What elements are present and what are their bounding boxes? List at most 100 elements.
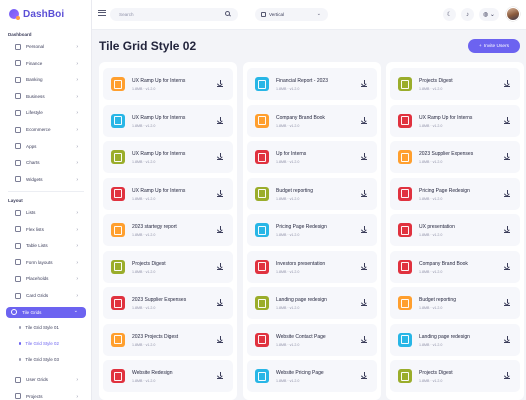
download-icon[interactable] [217, 189, 223, 197]
download-icon[interactable] [217, 116, 223, 124]
sidebar-item-card-grids[interactable]: Card Grids › [6, 290, 86, 301]
sidebar-item-flex-lists[interactable]: Flex lists › [6, 224, 86, 235]
sidebar-subitem-tile-grid-style-01[interactable]: Tile Grid Style 01 [19, 325, 59, 330]
cart-icon [15, 126, 21, 133]
sidebar-item-apps[interactable]: Apps › [6, 141, 86, 152]
tile-grid-icon [11, 309, 17, 316]
file-tile[interactable]: Company Brand Book 1.8MB · v1.2.0 [390, 250, 520, 283]
download-icon[interactable] [361, 262, 367, 270]
download-icon[interactable] [361, 299, 367, 306]
invite-users-button[interactable]: + Invite Users [468, 39, 520, 53]
menu-toggle-icon[interactable] [98, 10, 106, 18]
sidebar-item-banking[interactable]: Banking › [6, 74, 86, 85]
sidebar-item-label: Widgets [26, 176, 43, 182]
file-meta: 1.8MB · v1.2.0 [419, 196, 443, 201]
sidebar-item-projects[interactable]: Projects › [6, 391, 86, 400]
file-tile[interactable]: 2023 startegy report 1.8MB · v1.2.0 [103, 214, 233, 246]
download-icon[interactable] [504, 299, 510, 306]
download-icon[interactable] [504, 80, 510, 87]
download-icon[interactable] [361, 189, 367, 197]
file-tile[interactable]: Projects Digest 1.8MB · v1.2.0 [390, 68, 520, 100]
download-icon[interactable] [217, 335, 223, 343]
download-icon[interactable] [504, 226, 510, 233]
sidebar-item-placeholds[interactable]: Placeholds › [6, 273, 86, 284]
file-tile[interactable]: UX Ramp Up for Interns 1.8MB · v1.2.0 [103, 141, 233, 173]
download-icon[interactable] [504, 189, 510, 197]
sidebar-subitem-tile-grid-style-03[interactable]: Tile Grid Style 03 [19, 357, 59, 362]
sidebar-item-form-layouts[interactable]: Form layouts › [6, 257, 86, 268]
sidebar-item-widgets[interactable]: Widgets › [6, 174, 86, 185]
file-tile[interactable]: UX Ramp Up for Interns 1.8MB · v1.2.0 [103, 104, 233, 137]
file-tile[interactable]: Budget reporting 1.8MB · v1.2.0 [390, 287, 520, 319]
download-icon[interactable] [217, 262, 223, 270]
sidebar-item-charts[interactable]: Charts › [6, 157, 86, 168]
file-tile[interactable]: 2023 Supplier Expenses 1.8MB · v1.2.0 [103, 287, 233, 319]
file-tile[interactable]: Website Contact Page 1.8MB · v1.2.0 [247, 323, 377, 356]
chevron-right-icon: › [76, 276, 78, 283]
file-tile[interactable]: Pricing Page Redesign 1.8MB · v1.2.0 [390, 177, 520, 210]
file-tile[interactable]: UX presentation 1.8MB · v1.2.0 [390, 214, 520, 246]
file-tile[interactable]: Pricing Page Redesign 1.8MB · v1.2.0 [247, 214, 377, 246]
download-icon[interactable] [504, 372, 510, 379]
sidebar-item-personal[interactable]: Personal › [6, 41, 86, 52]
sidebar-item-lifestyle[interactable]: Lifestyle › [6, 107, 86, 118]
download-icon[interactable] [504, 116, 510, 124]
download-icon[interactable] [504, 262, 510, 270]
search-input[interactable]: Search [110, 8, 238, 21]
file-tile[interactable]: 2023 Projects Digest 1.8MB · v1.2.0 [103, 323, 233, 356]
sidebar-item-user-grids[interactable]: User Grids › [6, 374, 86, 385]
download-icon[interactable] [361, 226, 367, 233]
sidebar-item-table-lists[interactable]: Table Lists › [6, 240, 86, 251]
file-tile[interactable]: Budget reporting 1.8MB · v1.2.0 [247, 177, 377, 210]
app-logo[interactable]: DashBoi [9, 7, 64, 21]
sidebar-item-tile-grids[interactable]: Tile Grids ⌄ [6, 306, 86, 318]
sidebar-item-ecommerce[interactable]: Ecommerce › [6, 124, 86, 135]
download-icon[interactable] [361, 335, 367, 343]
file-tile[interactable]: Projects Digest 1.8MB · v1.2.0 [103, 250, 233, 283]
download-icon[interactable] [361, 372, 367, 379]
sidebar-subitem-tile-grid-style-02[interactable]: Tile Grid Style 02 [19, 341, 59, 346]
download-icon[interactable] [217, 299, 223, 306]
file-meta: 1.8MB · v1.2.0 [132, 87, 156, 91]
file-tile[interactable]: Financial Report - 2023 1.8MB · v1.2.0 [247, 68, 377, 100]
file-tile[interactable]: Company Brand Book 1.8MB · v1.2.0 [247, 104, 377, 137]
sidebar-item-label: Apps [26, 143, 37, 149]
globe-icon[interactable]: ◍ ⌄ [479, 8, 499, 21]
download-icon[interactable] [217, 226, 223, 233]
lifestyle-icon [15, 109, 21, 116]
file-tile[interactable]: Website Redesign 1.8MB · v1.2.0 [103, 360, 233, 392]
download-icon[interactable] [217, 80, 223, 87]
layout-select[interactable]: Vertical ⌄ [255, 8, 328, 21]
download-icon[interactable] [361, 153, 367, 160]
download-icon[interactable] [504, 335, 510, 343]
bell-icon[interactable]: ♪ [461, 8, 474, 21]
moon-icon[interactable]: ☾ [443, 8, 456, 21]
download-icon[interactable] [504, 153, 510, 160]
file-tile[interactable]: 2023 Supplier Expenses 1.8MB · v1.2.0 [390, 141, 520, 173]
sidebar: DashBoi Dashboard Personal › Finance › Banki… [0, 0, 92, 400]
download-icon[interactable] [361, 80, 367, 87]
file-tile[interactable]: Projects Digest 1.8MB · v1.2.0 [390, 360, 520, 392]
file-title: Pricing Page Redesign [276, 224, 327, 230]
file-title: Landing page redesign [419, 333, 470, 340]
chart-icon [15, 159, 21, 166]
sidebar-item-label: Flex lists [26, 226, 44, 232]
file-icon [111, 332, 125, 347]
sidebar-item-business[interactable]: Business › [6, 91, 86, 102]
file-tile[interactable]: Website Pricing Page 1.8MB · v1.2.0 [247, 360, 377, 392]
file-tile[interactable]: Landing page redesign 1.8MB · v1.2.0 [390, 323, 520, 356]
file-tile[interactable]: UX Ramp Up for Interns 1.8MB · v1.2.0 [103, 68, 233, 100]
chevron-right-icon: › [76, 160, 78, 167]
file-tile[interactable]: UX Ramp Up for Interns 1.8MB · v1.2.0 [103, 177, 233, 210]
avatar[interactable] [506, 7, 520, 21]
download-icon[interactable] [361, 116, 367, 124]
file-tile[interactable]: Landing page redesign 1.8MB · v1.2.0 [247, 287, 377, 319]
file-tile[interactable]: Investors presentation 1.8MB · v1.2.0 [247, 250, 377, 283]
sidebar-item-finance[interactable]: Finance › [6, 58, 86, 69]
tile-column-1: UX Ramp Up for Interns 1.8MB · v1.2.0 UX R… [99, 62, 237, 400]
download-icon[interactable] [217, 372, 223, 379]
file-tile[interactable]: Up for Interns 1.8MB · v1.2.0 [247, 141, 377, 173]
sidebar-item-lists[interactable]: Lists › [6, 207, 86, 218]
download-icon[interactable] [217, 153, 223, 160]
file-tile[interactable]: UX Ramp Up for Interns 1.8MB · v1.2.0 [390, 104, 520, 137]
